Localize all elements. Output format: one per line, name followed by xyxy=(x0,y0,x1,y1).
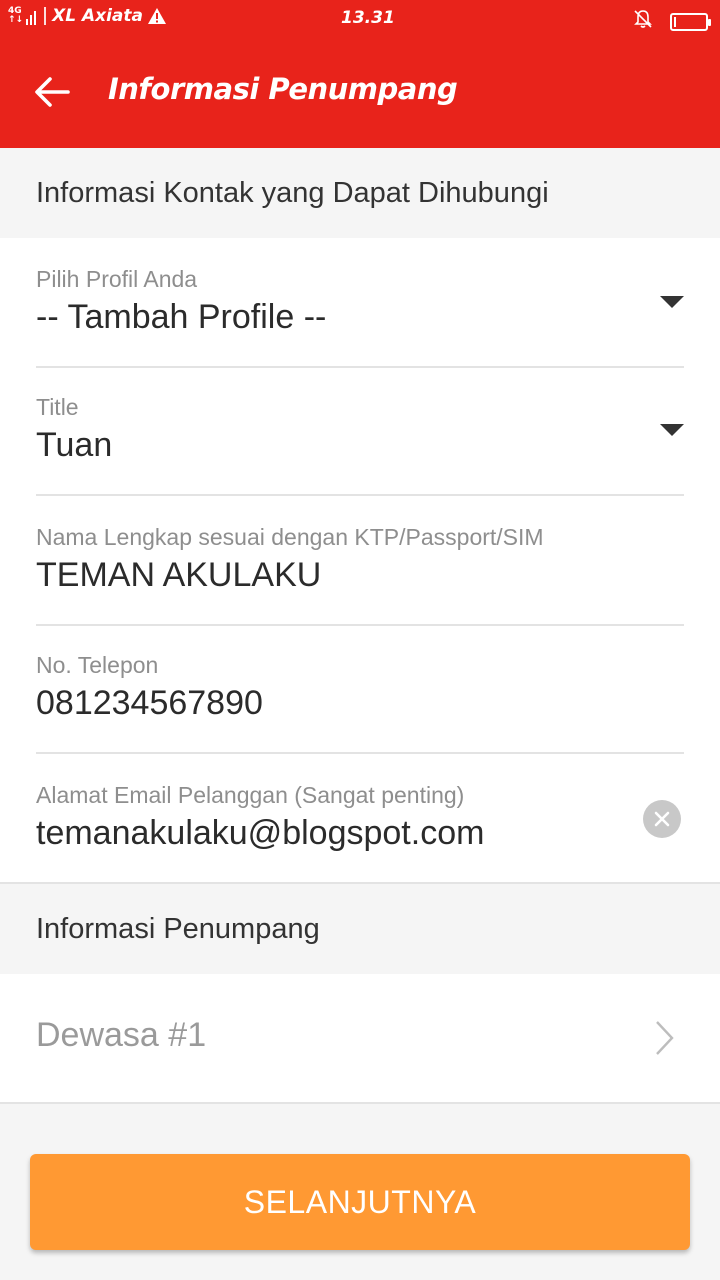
chevron-right-icon xyxy=(656,1021,674,1055)
network-activity: ↑↓ xyxy=(8,15,24,25)
page-title: Informasi Penumpang xyxy=(108,72,458,106)
divider xyxy=(36,494,684,496)
contact-form: Pilih Profil Anda -- Tambah Profile -- T… xyxy=(0,238,720,882)
full-name-value: TEMAN AKULAKU xyxy=(36,556,322,594)
status-left: 4G ↑↓ XL Axiata xyxy=(8,6,167,26)
phone-field[interactable]: No. Telepon 081234567890 xyxy=(36,652,684,742)
title-select[interactable]: Title Tuan xyxy=(36,394,684,484)
phone-value: 081234567890 xyxy=(36,684,263,722)
battery-icon xyxy=(670,12,711,31)
divider xyxy=(36,752,684,754)
clock: 13.31 xyxy=(341,8,395,28)
silent-bell-icon xyxy=(632,8,654,35)
status-right xyxy=(632,8,711,35)
status-bar: 4G ↑↓ XL Axiata 13.31 xyxy=(0,0,720,36)
signal-icon: 4G ↑↓ xyxy=(8,7,38,25)
profile-value: -- Tambah Profile -- xyxy=(36,298,327,336)
dropdown-arrow-icon xyxy=(660,296,684,308)
title-label: Title xyxy=(36,394,79,420)
contact-section-header: Informasi Kontak yang Dapat Dihubungi xyxy=(0,148,720,238)
phone-label: No. Telepon xyxy=(36,652,159,678)
title-value: Tuan xyxy=(36,426,113,464)
email-field[interactable]: Alamat Email Pelanggan (Sangat penting) … xyxy=(36,782,684,872)
email-value: temanakulaku@blogspot.com xyxy=(36,814,485,852)
passenger-item[interactable]: Dewasa #1 xyxy=(0,974,720,1102)
clear-email-button[interactable] xyxy=(643,800,681,838)
arrow-left-icon xyxy=(35,77,70,107)
carrier-name: XL Axiata xyxy=(52,6,143,26)
warning-icon xyxy=(147,7,167,25)
battery-level xyxy=(674,16,676,27)
profile-select[interactable]: Pilih Profil Anda -- Tambah Profile -- xyxy=(36,266,684,356)
next-button[interactable]: SELANJUTNYA xyxy=(30,1154,690,1250)
full-name-field[interactable]: Nama Lengkap sesuai dengan KTP/Passport/… xyxy=(36,524,684,614)
divider xyxy=(36,624,684,626)
email-label: Alamat Email Pelanggan (Sangat penting) xyxy=(36,782,465,808)
back-button[interactable] xyxy=(28,68,76,116)
close-icon xyxy=(654,811,670,827)
dropdown-arrow-icon xyxy=(660,424,684,436)
app-bar: Informasi Penumpang xyxy=(0,36,720,148)
divider xyxy=(36,366,684,368)
status-separator xyxy=(44,7,47,25)
passenger-section-header: Informasi Penumpang xyxy=(0,884,720,974)
divider xyxy=(0,1102,720,1104)
profile-label: Pilih Profil Anda xyxy=(36,266,198,292)
passenger-item-label: Dewasa #1 xyxy=(36,1016,207,1054)
full-name-label: Nama Lengkap sesuai dengan KTP/Passport/… xyxy=(36,524,544,550)
